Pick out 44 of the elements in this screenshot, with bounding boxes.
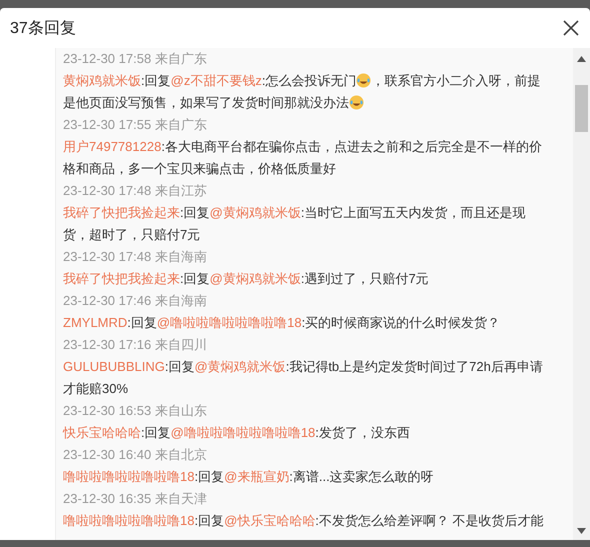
comment-time: 23-12-30 16:40 来自北京	[63, 446, 208, 464]
comment-text: 我碎了快把我捡起来:回复@黄焖鸡就米饭:当时它上面写五天内发货，而且还是现货，超时了，只赔付7元	[63, 204, 526, 244]
scroll-up-icon[interactable]	[577, 56, 586, 62]
user-link[interactable]: @z不甜不要钱z	[170, 73, 262, 88]
user-link[interactable]: @噜啦啦噜啦啦噜啦噜18	[170, 425, 316, 440]
comment-text: 噜啦啦噜啦啦噜啦噜18:回复@快乐宝哈哈哈:不发货怎么给差评啊？ 不是收货后才能	[63, 512, 545, 530]
user-link[interactable]: @黄焖鸡就米饭	[194, 359, 286, 374]
emoji-icon	[349, 95, 364, 110]
comment-text: 快乐宝哈哈哈:回复@噜啦啦噜啦啦噜啦噜18:发货了，没东西	[63, 424, 411, 442]
close-button[interactable]	[562, 19, 580, 37]
comment-text: 黄焖鸡就米饭:回复@z不甜不要钱z:怎么会投诉无门 ，联系官方小二介入呀，前提是他页面没写预售，如果写了发货时间那就没办法	[63, 72, 542, 112]
user-link[interactable]: @噜啦啦噜啦啦噜啦噜18	[156, 315, 302, 330]
user-link[interactable]: GULUBUBBLING	[63, 359, 165, 374]
comment-text: 我碎了快把我捡起来:回复@黄焖鸡就米饭:遇到过了，只赔付7元	[63, 270, 430, 288]
comment-time: 23-12-30 17:48 来自海南	[63, 248, 208, 266]
user-link[interactable]: @来瓶宣奶	[224, 469, 290, 484]
user-link[interactable]: 用户7497781228	[63, 139, 162, 154]
user-link[interactable]: 快乐宝哈哈哈	[63, 425, 141, 440]
user-link[interactable]: 噜啦啦噜啦啦噜啦噜18	[63, 513, 194, 528]
comment-text: 用户7497781228:各大电商平台都在骗你点击，点进去之前和之后完全是不一样的价格和商品，多一个宝贝来骗点击，价格低质量好	[63, 138, 543, 178]
comment-text: 噜啦啦噜啦啦噜啦噜18:回复@来瓶宣奶:离谱...这卖家怎么敢的呀	[63, 468, 435, 486]
dialog-title: 37条回复	[10, 18, 76, 38]
user-link[interactable]: ZMYLMRD	[63, 315, 128, 330]
scroll-down-icon[interactable]	[577, 528, 586, 534]
user-link[interactable]: @快乐宝哈哈哈	[224, 513, 316, 528]
user-link[interactable]: @黄焖鸡就米饭	[210, 205, 301, 220]
comment-time: 23-12-30 17:55 来自广东	[63, 116, 208, 134]
comment-time: 23-12-30 16:53 来自山东	[63, 402, 208, 420]
comment-text: ZMYLMRD:回复@噜啦啦噜啦啦噜啦噜18:买的时候商家说的什么时候发货？	[63, 314, 502, 332]
comment-time: 23-12-30 17:46 来自海南	[63, 292, 208, 310]
user-link[interactable]: 噜啦啦噜啦啦噜啦噜18	[63, 469, 194, 484]
comment-time: 23-12-30 17:48 来自江苏	[63, 182, 208, 200]
close-icon	[562, 19, 580, 37]
emoji-icon	[356, 73, 372, 88]
comment-time: 23-12-30 17:16 来自四川	[63, 336, 208, 354]
user-link[interactable]: 黄焖鸡就米饭	[63, 73, 141, 88]
user-link[interactable]: 我碎了快把我捡起来	[63, 205, 180, 220]
comment-time: 23-12-30 17:58 来自广东	[63, 50, 208, 68]
scrollbar-thumb[interactable]	[575, 85, 588, 132]
user-link[interactable]: 我碎了快把我捡起来	[63, 271, 180, 286]
user-link[interactable]: @黄焖鸡就米饭	[210, 271, 301, 286]
scrollbar[interactable]	[573, 48, 590, 540]
comment-text: GULUBUBBLING:回复@黄焖鸡就米饭:我记得tb上是约定发货时间过了72h后再申请才能赔30%	[63, 358, 544, 398]
comment-time: 23-12-30 16:35 来自天津	[63, 490, 208, 508]
